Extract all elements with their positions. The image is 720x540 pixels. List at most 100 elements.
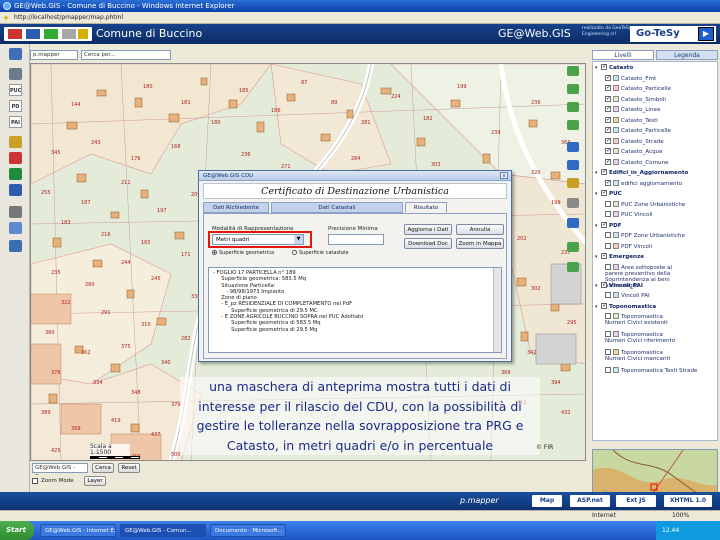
layer-item[interactable]: Toponomastica Numeri Civici mancanti bbox=[605, 349, 685, 367]
pan-up-icon[interactable] bbox=[567, 66, 579, 76]
dropdown-arrow-icon[interactable]: ▼ bbox=[294, 235, 303, 244]
layer-checkbox[interactable] bbox=[605, 232, 611, 238]
tab-dati-catastali[interactable]: Dati Catastali bbox=[271, 202, 403, 213]
layer-item[interactable]: Catasto_Comune bbox=[605, 157, 669, 168]
layer-item[interactable]: PUC Vincoli bbox=[605, 211, 653, 220]
radio-geometric[interactable]: Superficie geometrica bbox=[212, 250, 274, 257]
layer-group[interactable]: ▾Catasto bbox=[595, 62, 633, 73]
layer-item[interactable]: PDF Zone Urbanistiche bbox=[605, 232, 685, 241]
zoom-map-button[interactable]: Zoom in Mappa bbox=[456, 238, 504, 249]
layer-item[interactable]: Aree sottoposte al parere preventivo del… bbox=[605, 263, 685, 289]
layer-checkbox[interactable] bbox=[601, 188, 607, 197]
layer-item[interactable]: Catasto_Particelle bbox=[605, 125, 671, 136]
layer-group[interactable]: ▾Emergenze bbox=[595, 251, 644, 262]
tree-icon[interactable] bbox=[9, 168, 22, 180]
dialog-close-button[interactable]: x bbox=[500, 172, 508, 179]
help-icon[interactable] bbox=[9, 240, 22, 252]
result-textarea[interactable]: - FOGLIO 17 PARTICELLA n° 189 Superficie… bbox=[208, 267, 502, 353]
tab-dati-richiedente[interactable]: Dati Richiedente bbox=[203, 202, 269, 213]
zoom-out-icon[interactable] bbox=[567, 160, 579, 170]
export-icon[interactable] bbox=[9, 222, 22, 234]
layer-item[interactable]: Catasto_Fmt bbox=[605, 73, 656, 84]
layer-checkbox[interactable] bbox=[605, 125, 611, 134]
pan-left-icon[interactable] bbox=[567, 84, 579, 94]
layer-checkbox[interactable] bbox=[605, 157, 611, 166]
address-bar[interactable]: ★ http://localhost/pmapper/map.phtml bbox=[0, 12, 720, 24]
layer-item[interactable]: PDF Vincoli bbox=[605, 242, 652, 252]
forward-icon[interactable] bbox=[567, 262, 579, 272]
radio-catastal[interactable]: Superficie catastale bbox=[292, 250, 349, 257]
search-input[interactable]: Cerca per... bbox=[81, 50, 171, 60]
favorites-star-icon[interactable]: ★ bbox=[3, 14, 9, 22]
tab-livelli[interactable]: Livelli bbox=[592, 50, 654, 60]
bottom-search-input[interactable]: GE@Web.GIS - Cerca per... bbox=[32, 463, 88, 480]
layer-checkbox[interactable] bbox=[605, 94, 611, 103]
layer-checkbox[interactable] bbox=[605, 178, 611, 187]
back-icon[interactable] bbox=[567, 242, 579, 252]
layer-checkbox[interactable] bbox=[601, 167, 607, 176]
layer-item[interactable]: edifici aggiornamento bbox=[605, 178, 682, 189]
tool-puc[interactable]: PUC bbox=[9, 84, 22, 96]
address-url[interactable]: http://localhost/pmapper/map.phtml bbox=[14, 14, 123, 21]
task-ie-1[interactable]: GE@Web.GIS - Internet Ex... bbox=[40, 524, 116, 537]
layer-checkbox[interactable] bbox=[605, 104, 611, 113]
layer-checkbox[interactable] bbox=[605, 367, 611, 373]
result-scrollbar[interactable] bbox=[493, 268, 501, 352]
layer-item[interactable]: Toponomastica Numeri Civici esistenti bbox=[605, 313, 685, 331]
layer-checkbox[interactable] bbox=[605, 200, 611, 207]
layer-checkbox[interactable] bbox=[605, 263, 611, 270]
update-data-button[interactable]: Aggiorna i Dati bbox=[404, 224, 452, 235]
layer-button[interactable]: Layer bbox=[84, 476, 106, 486]
layer-checkbox[interactable] bbox=[605, 136, 611, 145]
layer-checkbox[interactable] bbox=[605, 146, 611, 155]
layer-group[interactable]: ▾PDF bbox=[595, 220, 622, 231]
brand-logo[interactable]: Go-TeSy ▶ bbox=[630, 26, 716, 42]
layer-item[interactable]: Vincoli PAI bbox=[605, 292, 650, 301]
identify-icon[interactable] bbox=[567, 178, 579, 188]
layer-checkbox[interactable] bbox=[605, 211, 611, 217]
layer-checkbox[interactable] bbox=[601, 301, 607, 310]
start-button[interactable]: Start bbox=[0, 521, 34, 540]
refresh-icon[interactable] bbox=[567, 198, 579, 208]
nav-arrow-icon[interactable]: ▶ bbox=[698, 27, 714, 41]
layer-checkbox[interactable] bbox=[605, 242, 611, 249]
home-icon[interactable] bbox=[9, 48, 22, 60]
layer-checkbox[interactable] bbox=[605, 83, 611, 92]
download-doc-button[interactable]: Download Doc bbox=[404, 238, 452, 249]
fullextent-icon[interactable] bbox=[567, 218, 579, 228]
layer-checkbox[interactable] bbox=[601, 220, 607, 229]
layer-item[interactable]: Toponomastica Numeri Civici riferimento bbox=[605, 331, 685, 349]
layer-item[interactable]: Catasto_Acque bbox=[605, 146, 663, 157]
layer-item[interactable]: Catasto_Particelle bbox=[605, 83, 671, 94]
layer-checkbox[interactable] bbox=[605, 115, 611, 124]
search-button[interactable]: Cerca bbox=[92, 463, 114, 473]
layer-checkbox[interactable] bbox=[605, 292, 611, 298]
grid-icon[interactable] bbox=[9, 68, 22, 80]
zoom-level[interactable]: 100% bbox=[672, 511, 689, 521]
layer-item[interactable]: Catasto_Simboli bbox=[605, 94, 666, 105]
layer-select[interactable]: p.mapper bbox=[30, 50, 78, 60]
zoom-in-icon[interactable] bbox=[567, 142, 579, 152]
layer-item[interactable]: Catasto_Linee bbox=[605, 104, 660, 115]
layer-checkbox[interactable] bbox=[605, 331, 611, 337]
layer-checkbox[interactable] bbox=[601, 280, 607, 289]
layer-item[interactable]: Toponomastica Testi Strade bbox=[605, 367, 697, 376]
layer-item[interactable]: Catasto_Strade bbox=[605, 136, 664, 147]
pin-icon[interactable] bbox=[9, 152, 22, 164]
tab-legenda[interactable]: Legenda bbox=[656, 50, 718, 60]
select-icon[interactable] bbox=[9, 184, 22, 196]
pan-right-icon[interactable] bbox=[567, 102, 579, 112]
layer-checkbox[interactable] bbox=[601, 251, 607, 260]
min-precision-input[interactable] bbox=[328, 234, 384, 245]
layer-group[interactable]: ▾Toponomastica bbox=[595, 301, 656, 312]
pan-down-icon[interactable] bbox=[567, 120, 579, 130]
print-icon[interactable] bbox=[9, 206, 22, 218]
measure-icon[interactable] bbox=[9, 136, 22, 148]
layer-item[interactable]: PUC Zone Urbanistiche bbox=[605, 200, 685, 210]
tab-risultato[interactable]: Risultato bbox=[405, 202, 447, 213]
task-ie-2[interactable]: GE@Web.GIS - Comun... bbox=[120, 524, 206, 537]
tool-pd[interactable]: PD bbox=[9, 100, 22, 112]
reset-button[interactable]: Reset bbox=[118, 463, 140, 473]
layer-checkbox[interactable] bbox=[605, 313, 611, 319]
layer-checkbox[interactable] bbox=[601, 62, 607, 71]
